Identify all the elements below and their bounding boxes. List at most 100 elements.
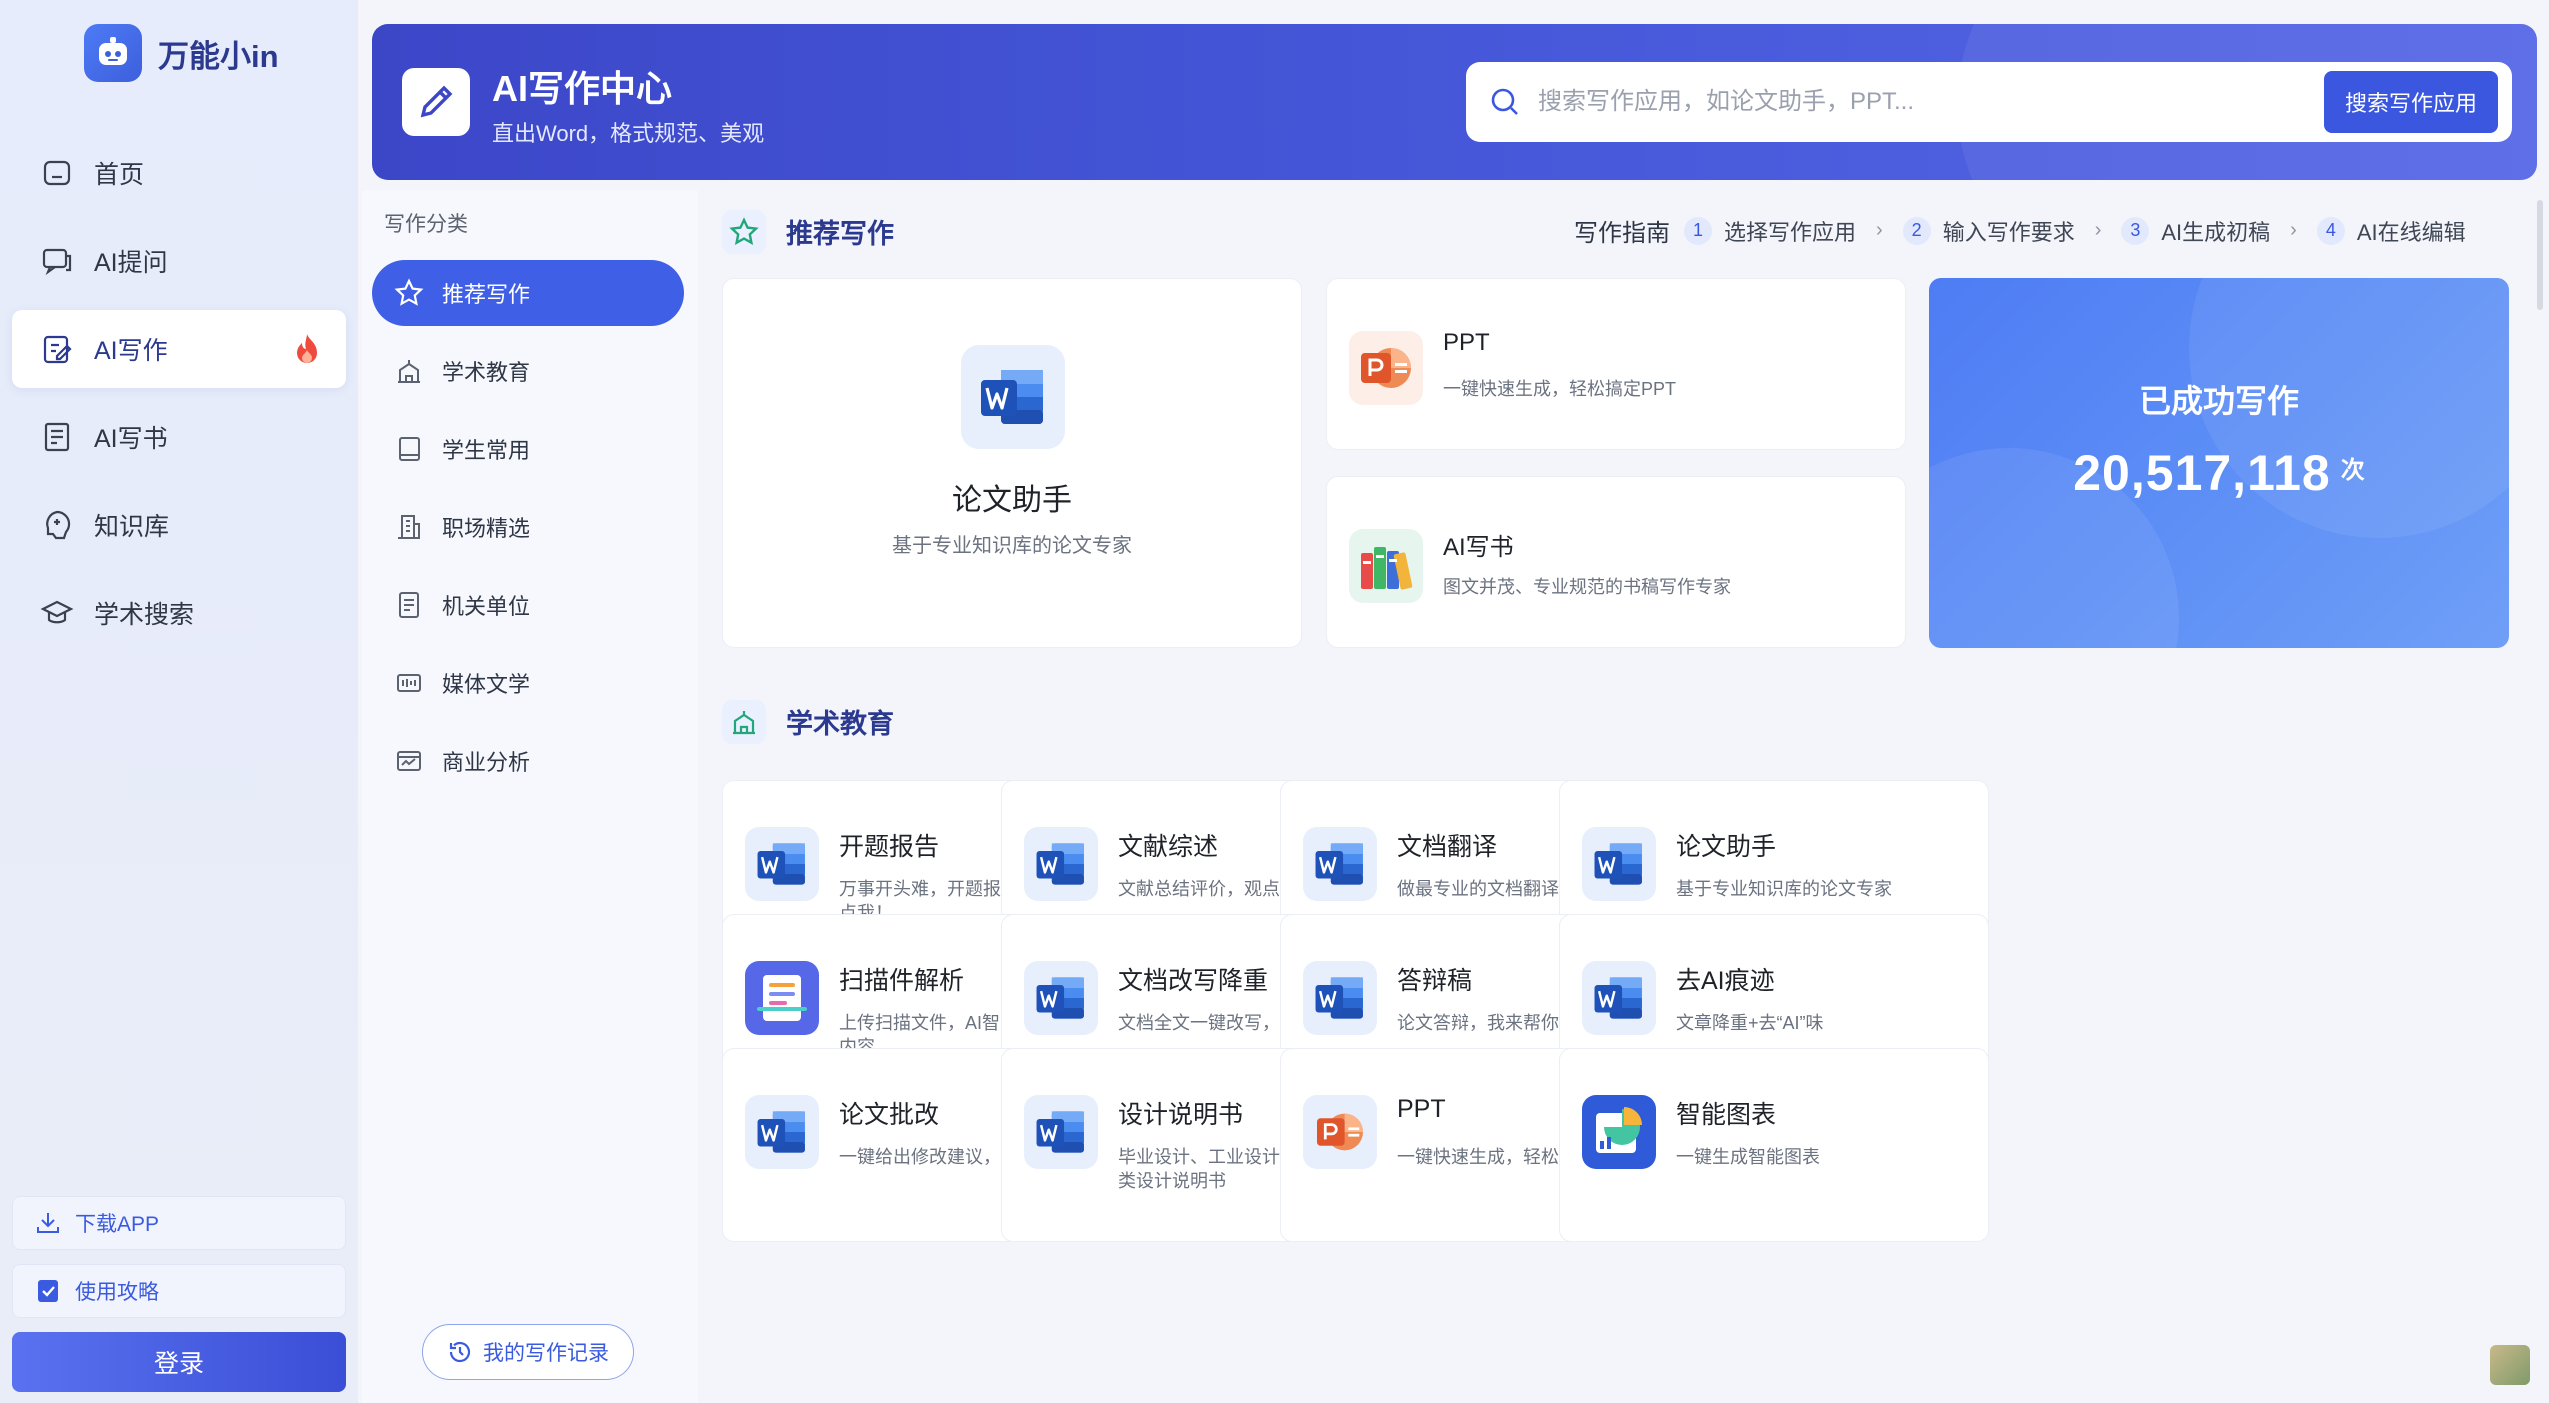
category-label: 推荐写作 [442,282,531,307]
category-item-media[interactable]: 媒体文学 [372,650,684,716]
tile-desc: 一键生成智能图表 [1676,1147,1820,1167]
guide-step: 2 输入写作要求 [1902,215,2075,247]
corner-thumbnail[interactable] [2490,1345,2530,1385]
stat-value: 20,517,118 [2073,445,2331,501]
nav-item-home[interactable]: 首页 [12,134,346,212]
book-icon [44,422,70,452]
search-input[interactable] [1538,88,2298,116]
category-item-workplace[interactable]: 职场精选 [372,494,684,560]
tile-title: 去AI痕迹 [1676,967,1775,995]
stat-unit: 次 [2340,457,2365,484]
guide-step-number: 1 [1684,216,1712,245]
nav-item-ai-ask[interactable]: AI提问 [12,222,346,300]
guide-step-number: 2 [1902,216,1931,245]
word-icon [1582,961,1656,1035]
tile-title: 文档翻译 [1397,833,1498,861]
category-item-academic[interactable]: 学术教育 [372,338,684,404]
tile-title: 文档改写降重 [1118,967,1269,995]
tile-title: 开题报告 [839,833,940,861]
card-desc: 图文并茂、专业规范的书稿写作专家 [1443,577,1731,597]
guide-step-label: AI在线编辑 [2356,219,2466,245]
writing-guide-label: 写作指南 [1574,220,1670,247]
chat-icon [42,248,72,276]
search-button[interactable]: 搜索写作应用 [2324,71,2498,133]
guide-step-label: AI生成初稿 [2161,219,2271,245]
nav-item-academic-search[interactable]: 学术搜索 [12,574,346,652]
document-icon [399,592,419,618]
nav-item-ai-write[interactable]: AI写作 [12,310,346,388]
edit-doc-icon [43,335,72,364]
guide-step-number: 3 [2121,216,2150,245]
guide-step: 1 选择写作应用 [1684,215,1856,247]
nav-item-knowledge[interactable]: 知识库 [12,486,346,564]
category-item-business[interactable]: 商业分析 [372,728,684,794]
word-icon [1024,827,1098,901]
card-desc: 一键快速生成，轻松搞定PPT [1443,379,1677,399]
graduation-cap-icon [40,600,74,624]
tile-smart-chart[interactable]: 智能图表 一键生成智能图表 [1559,1048,1989,1242]
ppt-icon [1303,1095,1377,1169]
app-card-ai-book[interactable]: AI写书 图文并茂、专业规范的书稿写作专家 [1326,476,1906,648]
chevron-right-icon: › [2290,219,2297,241]
nav-item-ai-book[interactable]: AI写书 [12,398,346,476]
writing-stat-card: 已成功写作 20,517,118 次 [1929,278,2509,648]
tile-title: 论文助手 [1676,833,1777,861]
guide-step-label: 输入写作要求 [1942,219,2075,245]
download-app-button[interactable]: 下载APP [12,1196,346,1250]
school-icon [398,360,420,383]
card-title: AI写书 [1443,534,1514,561]
writing-guide: 写作指南 1 选择写作应用 › 2 输入写作要求 › 3 AI生成初稿 › 4 … [1574,213,2466,248]
category-sidebar: 写作分类 推荐写作 学术教育 学生常用 职场精选 机关单位 媒体文学 商业分析 [362,190,698,1403]
robot-icon [84,24,142,82]
login-button[interactable]: 登录 [12,1332,346,1392]
word-icon [961,345,1065,449]
category-item-student[interactable]: 学生常用 [372,416,684,482]
tile-title: 文献综述 [1118,833,1219,861]
category-item-recommend[interactable]: 推荐写作 [372,260,684,326]
scrollbar-thumb[interactable] [2537,200,2543,310]
home-icon [43,160,71,186]
word-icon [1024,961,1098,1035]
category-title: 写作分类 [384,213,468,236]
featured-card-thesis[interactable]: 论文助手 基于专业知识库的论文专家 [722,278,1302,648]
guide-step: 4 AI在线编辑 [2316,215,2466,247]
history-icon [449,1341,471,1363]
ppt-icon [1349,331,1423,405]
page-title: AI写作中心 [492,68,673,109]
pencil-icon [402,68,470,136]
word-icon [1024,1095,1098,1169]
guide-step-number: 4 [2316,216,2345,245]
app-logo[interactable]: 万能小in [84,24,279,82]
writing-history-button[interactable]: 我的写作记录 [422,1324,634,1380]
nav-item-label: 知识库 [94,513,170,541]
category-label: 机关单位 [442,594,531,619]
word-icon [745,827,819,901]
chevron-right-icon: › [2094,219,2102,241]
word-icon [1303,961,1377,1035]
word-icon [1582,827,1656,901]
app-card-ppt[interactable]: PPT 一键快速生成，轻松搞定PPT [1326,278,1906,450]
star-icon [394,278,424,306]
nav-item-label: AI写书 [94,425,168,453]
chevron-right-icon: › [1876,219,1883,241]
app-name: 万能小in [158,38,279,74]
nav-item-label: 学术搜索 [94,601,195,629]
nav-item-label: AI提问 [94,249,168,277]
category-item-government[interactable]: 机关单位 [372,572,684,638]
tile-title: 论文批改 [839,1101,940,1129]
stat-value-row: 20,517,118 次 [1929,444,2509,502]
word-icon [745,1095,819,1169]
guide-step-label: 选择写作应用 [1724,219,1857,245]
download-app-label: 下载APP [75,1213,160,1236]
usage-guide-label: 使用攻略 [75,1281,159,1304]
writing-history-label: 我的写作记录 [483,1342,609,1365]
tile-title: 设计说明书 [1118,1101,1244,1129]
download-icon [37,1213,59,1233]
checklist-icon [38,1280,58,1302]
header-banner: AI写作中心 直出Word，格式规范、美观 搜索写作应用 [372,24,2537,180]
usage-guide-button[interactable]: 使用攻略 [12,1264,346,1318]
left-nav: 万能小in 首页 AI提问 AI写作 AI写书 知识库 学术搜索 下载APP 使… [0,0,358,1403]
category-label: 商业分析 [442,750,531,775]
tile-title: 答辩稿 [1397,967,1473,995]
card-desc: 基于专业知识库的论文专家 [892,535,1132,557]
